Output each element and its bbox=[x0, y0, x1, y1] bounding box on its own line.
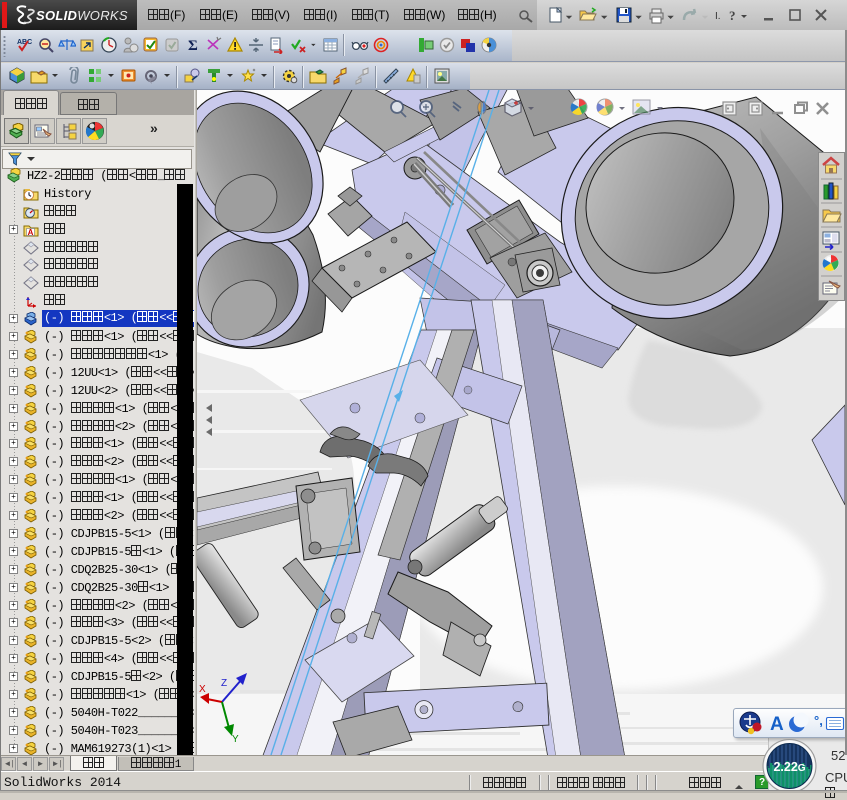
svg-text:2.22G: 2.22G bbox=[773, 760, 805, 774]
svg-text:Σ: Σ bbox=[188, 38, 198, 54]
svg-text:X: X bbox=[199, 684, 206, 695]
svg-text:Y: Y bbox=[232, 734, 239, 745]
svg-text:°,: °, bbox=[814, 713, 823, 728]
svg-text:I.: I. bbox=[715, 11, 721, 22]
svg-text:A: A bbox=[28, 228, 34, 237]
svg-text:?: ? bbox=[729, 8, 736, 23]
svg-text:Z: Z bbox=[221, 678, 227, 689]
svg-text:A: A bbox=[770, 714, 784, 735]
